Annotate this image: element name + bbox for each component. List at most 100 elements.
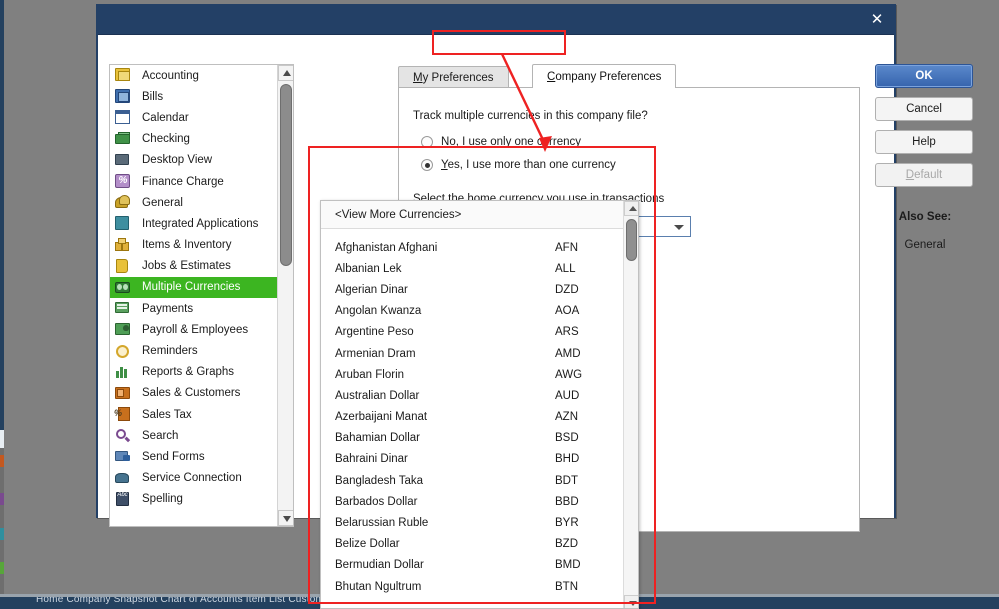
close-icon[interactable]: ✕ <box>866 9 888 29</box>
send-forms-icon <box>114 448 133 465</box>
sidebar-item-sales-tax[interactable]: % Sales Tax <box>110 404 293 425</box>
sidebar-item-label: Search <box>142 429 179 442</box>
currency-option[interactable]: Algerian Dinar DZD <box>321 279 638 300</box>
sidebar-item-multiple-currencies[interactable]: Multiple Currencies <box>110 276 293 299</box>
currency-option[interactable]: Aruban Florin AWG <box>321 364 638 385</box>
dropdown-scrollbar[interactable] <box>623 201 638 608</box>
dropdown-scrollbar-thumb[interactable] <box>626 219 637 261</box>
sidebar-item-search[interactable]: Search <box>110 425 293 446</box>
radio-option-one-currency[interactable]: No, I use only one currency <box>421 136 581 148</box>
tab-company-preferences[interactable]: Company Preferences <box>532 64 677 88</box>
sidebar-item-label: Checking <box>142 133 190 146</box>
currency-code: AMD <box>555 347 581 360</box>
currency-code: BDT <box>555 474 578 487</box>
desktop-view-icon <box>114 152 133 169</box>
currency-option[interactable]: Argentine Peso ARS <box>321 322 638 343</box>
currency-option[interactable]: Australian Dollar AUD <box>321 385 638 406</box>
dropdown-scroll-up-arrow-icon[interactable] <box>624 201 638 216</box>
service-connection-icon <box>114 470 133 487</box>
currency-option[interactable]: Bermudian Dollar BMD <box>321 555 638 576</box>
sidebar-item-label: Multiple Currencies <box>142 281 241 294</box>
sidebar-scrollbar[interactable] <box>277 65 293 526</box>
sidebar-list: Accounting Bills Calendar Checking Desktop V… <box>110 65 293 510</box>
currency-option[interactable]: Bangladesh Taka BDT <box>321 470 638 491</box>
currency-code: BHD <box>555 453 580 466</box>
items-inventory-icon <box>114 237 133 254</box>
currency-code: BYR <box>555 517 579 530</box>
sidebar-scrollbar-thumb[interactable] <box>280 84 292 266</box>
sidebar-item-sales-customers[interactable]: Sales & Customers <box>110 383 293 404</box>
currency-code: AZN <box>555 411 578 424</box>
currency-option[interactable]: Azerbaijani Manat AZN <box>321 407 638 428</box>
dropdown-scroll-down-arrow-icon[interactable] <box>624 595 638 608</box>
currency-name: Aruban Florin <box>335 368 405 381</box>
currency-code: BSD <box>555 432 579 445</box>
sidebar-item-reports-graphs[interactable]: Reports & Graphs <box>110 362 293 383</box>
currency-option[interactable]: Barbados Dollar BBD <box>321 491 638 512</box>
view-more-currencies-item[interactable]: <View More Currencies> <box>321 201 638 229</box>
sidebar-item-desktop-view[interactable]: Desktop View <box>110 150 293 171</box>
finance-charge-icon: % <box>114 173 133 190</box>
currency-name: Angolan Kwanza <box>335 305 422 318</box>
radio-multi-currency-label: Yes, I use more than one currency <box>441 159 616 171</box>
sidebar-item-items-inventory[interactable]: Items & Inventory <box>110 235 293 256</box>
currency-option[interactable]: Bhutan Ngultrum BTN <box>321 576 638 597</box>
sidebar-item-jobs-estimates[interactable]: Jobs & Estimates <box>110 256 293 277</box>
sidebar-item-general[interactable]: General <box>110 192 293 213</box>
radio-multi-currency-indicator[interactable] <box>421 159 433 171</box>
currency-option[interactable]: Belize Dollar BZD <box>321 534 638 555</box>
sidebar-item-finance-charge[interactable]: % Finance Charge <box>110 171 293 192</box>
edge-cover <box>4 0 9 609</box>
spelling-icon: Abc <box>114 491 133 508</box>
cancel-button[interactable]: Cancel <box>875 97 973 121</box>
scroll-down-arrow-icon[interactable] <box>278 510 293 526</box>
jobs-estimates-icon <box>114 258 133 275</box>
currency-name: Azerbaijani Manat <box>335 411 428 424</box>
currency-code: BMD <box>555 559 581 572</box>
sidebar-item-bills[interactable]: Bills <box>110 86 293 107</box>
sidebar-item-send-forms[interactable]: Send Forms <box>110 446 293 467</box>
currency-code: AOA <box>555 305 580 318</box>
currency-name: Afghanistan Afghani <box>335 241 438 254</box>
multiple-currencies-icon <box>114 279 133 296</box>
chevron-down-icon[interactable] <box>668 217 690 236</box>
currency-option[interactable]: Angolan Kwanza AOA <box>321 301 638 322</box>
currency-name: Algerian Dinar <box>335 283 408 296</box>
sidebar-item-payments[interactable]: Payments <box>110 298 293 319</box>
sidebar-item-label: Jobs & Estimates <box>142 260 231 273</box>
currency-option[interactable]: Bahamian Dollar BSD <box>321 428 638 449</box>
currency-option[interactable]: Afghanistan Afghani AFN <box>321 237 638 258</box>
currency-option[interactable]: Albanian Lek ALL <box>321 258 638 279</box>
sidebar-item-payroll-employees[interactable]: Payroll & Employees <box>110 319 293 340</box>
ok-button[interactable]: OK <box>875 64 973 88</box>
sidebar-item-reminders[interactable]: Reminders <box>110 340 293 361</box>
sidebar-item-checking[interactable]: Checking <box>110 129 293 150</box>
currency-code: BBD <box>555 495 579 508</box>
radio-option-multi-currency[interactable]: Yes, I use more than one currency <box>421 159 616 171</box>
sidebar-item-label: Accounting <box>142 69 199 82</box>
sidebar-item-label: Payroll & Employees <box>142 323 249 336</box>
scroll-up-arrow-icon[interactable] <box>278 65 293 81</box>
tab-my-preferences[interactable]: My Preferences <box>398 66 509 88</box>
sidebar-item-accounting[interactable]: Accounting <box>110 65 293 86</box>
currency-name: Bahraini Dinar <box>335 453 408 466</box>
sidebar-item-calendar[interactable]: Calendar <box>110 107 293 128</box>
help-button[interactable]: Help <box>875 130 973 154</box>
sidebar-item-integrated-applications[interactable]: Integrated Applications <box>110 213 293 234</box>
currency-option[interactable]: Bahraini Dinar BHD <box>321 449 638 470</box>
sidebar-item-spelling[interactable]: Abc Spelling <box>110 489 293 510</box>
track-currencies-question: Track multiple currencies in this compan… <box>413 110 648 122</box>
currency-name: Barbados Dollar <box>335 495 418 508</box>
bills-icon <box>114 88 133 105</box>
currency-name: Albanian Lek <box>335 262 402 275</box>
currency-name: Bahamian Dollar <box>335 432 421 445</box>
default-button[interactable]: Default <box>875 163 973 187</box>
currency-dropdown-list[interactable]: <View More Currencies> Afghanistan Afgha… <box>320 200 639 609</box>
also-see-general-link[interactable]: General <box>875 239 975 251</box>
sidebar-item-service-connection[interactable]: Service Connection <box>110 468 293 489</box>
currency-option[interactable]: Armenian Dram AMD <box>321 343 638 364</box>
currency-option[interactable]: Belarussian Ruble BYR <box>321 512 638 533</box>
currency-option-list: Afghanistan Afghani AFN Albanian Lek ALL Alg… <box>321 229 638 608</box>
sidebar-item-label: Finance Charge <box>142 175 224 188</box>
radio-one-currency-indicator[interactable] <box>421 136 433 148</box>
